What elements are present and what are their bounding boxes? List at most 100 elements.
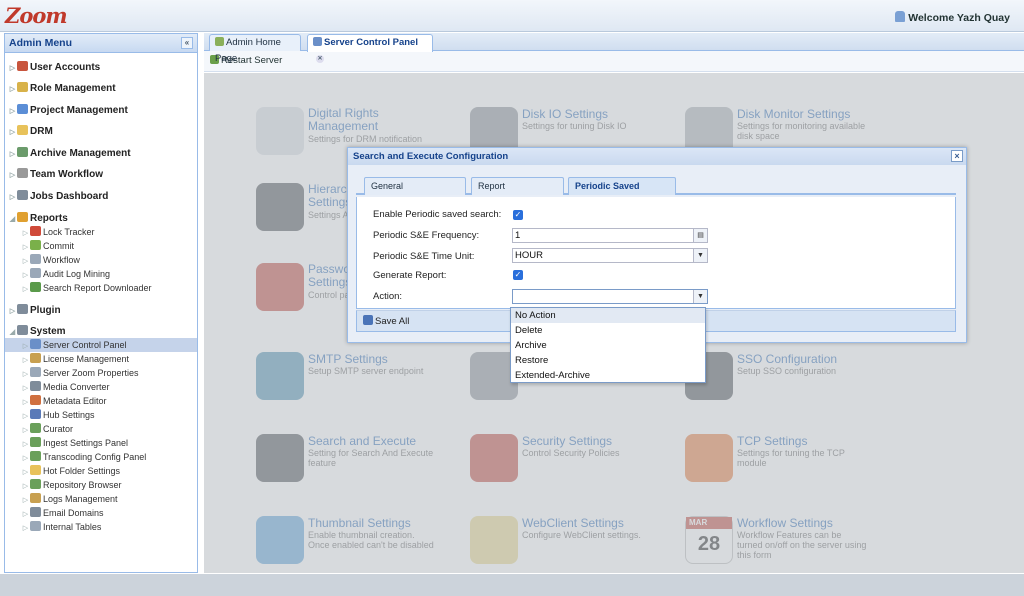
tab-report-customization[interactable]: Report Customization — [471, 177, 564, 208]
dialog-title: Search and Execute Configuration — [353, 151, 509, 162]
generate-report-checkbox[interactable]: ✓ — [513, 270, 523, 280]
lock-icon — [30, 226, 41, 236]
sidebar-item-label: Commit — [43, 241, 74, 251]
tab-label: Server Control Panel — [324, 37, 418, 48]
hub-icon — [30, 409, 41, 419]
license-icon — [30, 353, 41, 363]
zoom-logo: Zoom — [5, 3, 68, 28]
welcome-user[interactable]: Welcome Yazh Quay — [895, 11, 1010, 24]
chevron-down-icon[interactable]: ▼ — [693, 249, 707, 262]
save-all-label: Save All — [375, 316, 410, 327]
frequency-label: Periodic S&E Frequency: — [373, 230, 480, 241]
table-icon — [30, 521, 41, 531]
time-unit-select[interactable]: HOUR ▼ — [512, 248, 708, 263]
expander-icon[interactable]: ▷ — [21, 522, 30, 536]
sidebar-item[interactable]: ▷ Search Report Downloader — [5, 281, 197, 295]
action-label: Action: — [373, 291, 403, 302]
sidebar-item[interactable]: ▷ Email Domains — [5, 506, 197, 520]
sidebar-item[interactable]: ▷ Lock Tracker — [5, 225, 197, 239]
collapse-icon[interactable]: « — [181, 37, 193, 49]
doc-icon — [30, 367, 41, 377]
expander-icon[interactable]: ▷ — [8, 82, 17, 98]
sidebar-item-label: Search Report Downloader — [43, 283, 152, 293]
sidebar-item-label: Audit Log Mining — [43, 269, 111, 279]
sidebar-item-label: Jobs Dashboard — [30, 191, 109, 202]
commit-icon — [30, 240, 41, 250]
editor-icon — [30, 395, 41, 405]
dropdown-option[interactable]: No Action — [511, 308, 705, 323]
sidebar-item[interactable]: ▷ Repository Browser — [5, 478, 197, 492]
sidebar-item[interactable]: ▷ Jobs Dashboard — [5, 189, 197, 205]
sidebar-item[interactable]: ▷ Commit — [5, 239, 197, 253]
sidebar-item-label: Reports — [30, 213, 68, 224]
app-window: Zoom Welcome Yazh Quay Admin Menu « ▷ Use… — [0, 0, 1024, 596]
sidebar-item[interactable]: ▷ Hub Settings — [5, 408, 197, 422]
expander-icon[interactable]: ▷ — [8, 168, 17, 184]
expander-icon[interactable]: ▷ — [8, 304, 17, 320]
expander-icon[interactable]: ▷ — [21, 283, 30, 297]
tab-periodic-saved-search[interactable]: Periodic Saved Search — [568, 177, 676, 208]
sidebar-item[interactable]: ▷ Internal Tables — [5, 520, 197, 534]
tab-server-control-panel[interactable]: Server Control Panel✕ — [307, 34, 433, 63]
frequency-input[interactable]: 1 ▤ — [512, 228, 708, 243]
action-dropdown-list: No Action Delete Archive Restore Extended-Ar… — [510, 307, 706, 383]
tab-general-configuration[interactable]: General Configuration — [364, 177, 466, 208]
sidebar-item[interactable]: ▷ Transcoding Config Panel — [5, 450, 197, 464]
expander-icon[interactable]: ▷ — [8, 147, 17, 163]
sidebar-item[interactable]: ▷ Curator — [5, 422, 197, 436]
dropdown-option[interactable]: Archive — [511, 338, 705, 353]
save-all-button[interactable]: Save All — [363, 315, 409, 328]
sidebar-item-label: Plugin — [30, 305, 61, 316]
sidebar-item[interactable]: ▷ Role Management — [5, 81, 197, 97]
save-icon — [363, 315, 373, 325]
sidebar-item-label: Project Management — [30, 105, 128, 116]
sidebar-item[interactable]: ▷ User Accounts — [5, 60, 197, 76]
sidebar-item[interactable]: ▷ Plugin — [5, 303, 197, 319]
sidebar-item-label: User Accounts — [30, 62, 101, 73]
folder-icon — [30, 465, 41, 475]
enable-checkbox[interactable]: ✓ — [513, 210, 523, 220]
sidebar-item[interactable]: ▷ DRM — [5, 124, 197, 140]
welcome-text: Welcome Yazh Quay — [908, 12, 1010, 24]
dialog-title-bar: Search and Execute Configuration × — [348, 148, 966, 165]
close-icon[interactable]: × — [951, 150, 963, 162]
chevron-down-icon[interactable]: ▼ — [693, 290, 707, 303]
footer-bar — [0, 574, 1024, 596]
time-unit-value: HOUR — [515, 250, 543, 261]
dropdown-option[interactable]: Restore — [511, 353, 705, 368]
sidebar-item[interactable]: ▷ Team Workflow — [5, 167, 197, 183]
sidebar-item[interactable]: ▷ License Management — [5, 352, 197, 366]
action-select[interactable]: ▼ — [512, 289, 708, 304]
logs-icon — [30, 493, 41, 503]
sidebar-item[interactable]: ▷ Project Management — [5, 103, 197, 119]
sidebar-item-label: Media Converter — [43, 382, 110, 392]
grid-icon — [17, 304, 28, 314]
tree-icon — [30, 437, 41, 447]
sidebar-item-label: Workflow — [43, 255, 80, 265]
sidebar-item[interactable]: ▷ Ingest Settings Panel — [5, 436, 197, 450]
tab-admin-home-page[interactable]: Admin Home Page — [209, 34, 301, 64]
sidebar-item[interactable]: ▷ Server Zoom Properties — [5, 366, 197, 380]
sidebar-item[interactable]: ▷ Media Converter — [5, 380, 197, 394]
sidebar-item[interactable]: ▷ Archive Management — [5, 146, 197, 162]
expander-icon[interactable]: ▷ — [8, 104, 17, 120]
dropdown-option[interactable]: Extended-Archive — [511, 368, 705, 383]
gear-icon — [17, 168, 28, 178]
sidebar-item[interactable]: ▷ Hot Folder Settings — [5, 464, 197, 478]
close-tab-icon[interactable]: ✕ — [316, 55, 324, 63]
folder-icon — [17, 125, 28, 135]
tree-icon — [30, 451, 41, 461]
sidebar-item[interactable]: ▷ Workflow — [5, 253, 197, 267]
expander-icon[interactable]: ▷ — [8, 61, 17, 77]
sidebar-item-label: System — [30, 326, 66, 337]
sidebar-item[interactable]: ▷ Metadata Editor — [5, 394, 197, 408]
panel-icon — [30, 339, 41, 349]
sidebar-item[interactable]: ▷ Logs Management — [5, 492, 197, 506]
sidebar-item[interactable]: ▷ Audit Log Mining — [5, 267, 197, 281]
expander-icon[interactable]: ▷ — [8, 190, 17, 206]
sidebar-item[interactable]: ▷ Server Control Panel — [5, 338, 197, 352]
expander-icon[interactable]: ▷ — [8, 125, 17, 141]
sidebar-item-label: Metadata Editor — [43, 396, 107, 406]
sidebar-item-label: Hot Folder Settings — [43, 466, 121, 476]
dropdown-option[interactable]: Delete — [511, 323, 705, 338]
